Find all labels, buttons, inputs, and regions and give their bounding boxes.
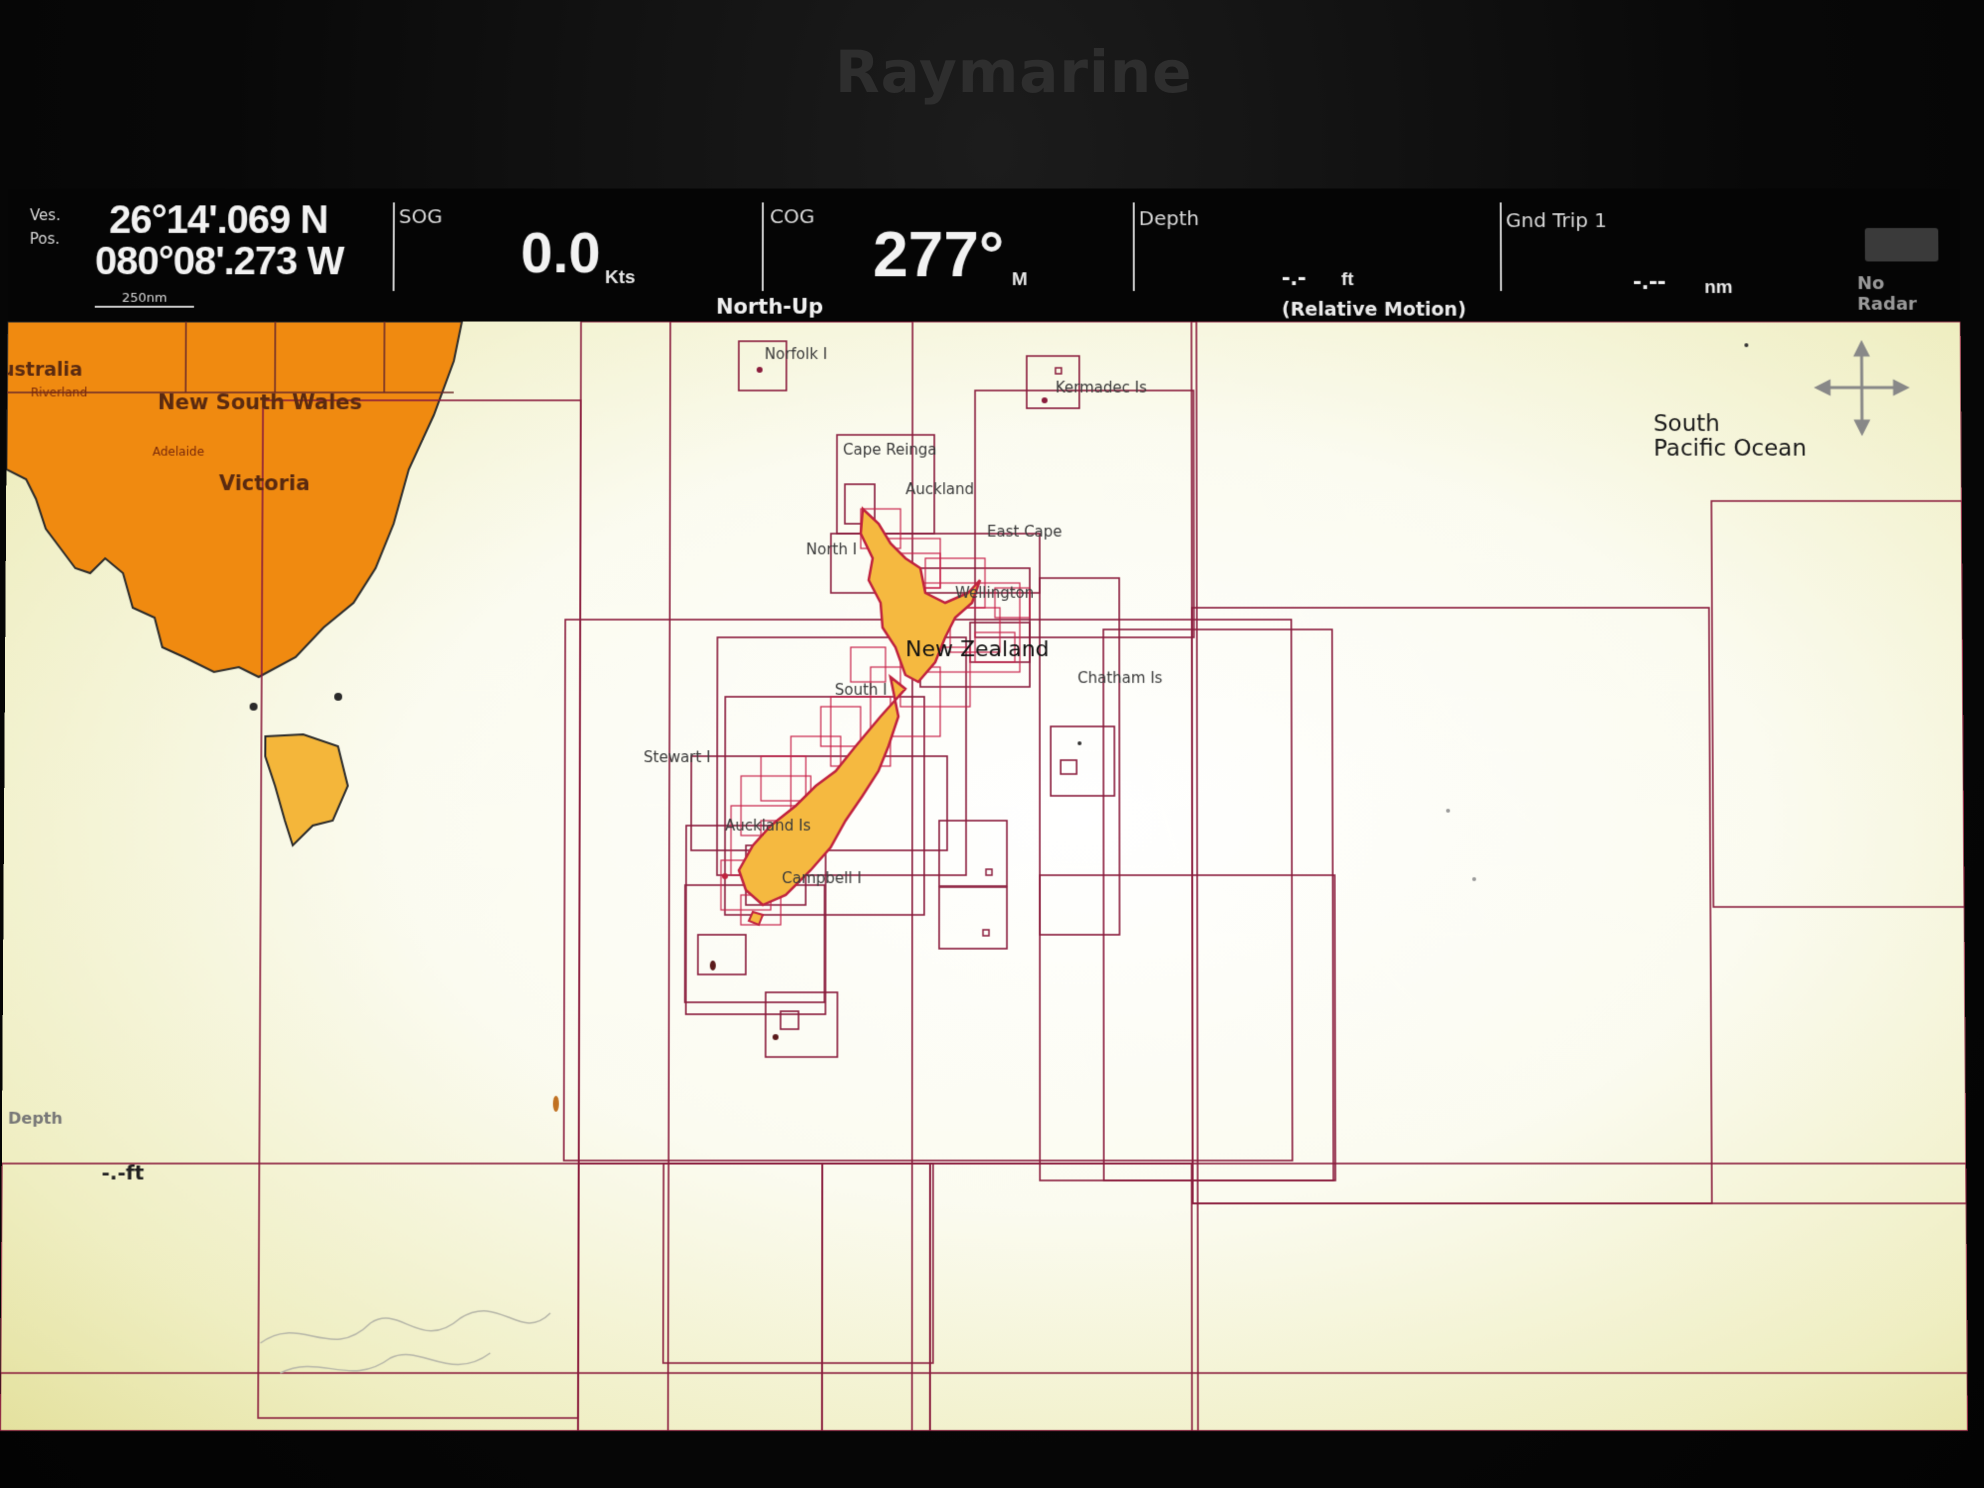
place-east-cape[interactable]: East Cape — [987, 523, 1062, 541]
chart-area[interactable]: ustralia Riverland New South Wales Adela… — [0, 321, 1968, 1432]
divider — [1132, 202, 1135, 291]
tasmania-land — [265, 734, 348, 845]
australia-label: ustralia — [0, 358, 83, 381]
divider — [1499, 202, 1502, 291]
depth-cell[interactable]: Depth -.- ft (Relative Motion) — [1137, 200, 1504, 320]
data-bar: Ves. Pos. 26°14'.069 N 080°08'.273 W 250… — [7, 188, 1961, 322]
place-south-i[interactable]: South I — [835, 681, 888, 699]
trip-value: -.-- — [1632, 265, 1666, 295]
place-north-i[interactable]: North I — [806, 541, 857, 559]
position-label-top: Ves. — [29, 206, 61, 225]
depth-overlay[interactable]: Depth -.-ft — [2, 1109, 202, 1189]
place-cape-reinga[interactable]: Cape Reinga — [843, 441, 937, 459]
sog-label: SOG — [398, 204, 443, 229]
position-label-bottom: Pos. — [29, 229, 60, 248]
place-stewart[interactable]: Stewart I — [644, 748, 711, 766]
depth-value: -.- — [1281, 261, 1307, 291]
trip-unit: nm — [1704, 277, 1733, 298]
radar-icon — [1864, 228, 1939, 262]
place-wellington[interactable]: Wellington — [955, 584, 1034, 602]
depth-sketch — [260, 1311, 550, 1375]
adelaide-label: Adelaide — [152, 444, 205, 459]
longitude-value: 080°08'.273 W — [94, 239, 344, 284]
cog-value: 277° — [872, 219, 1005, 291]
place-auckland-is[interactable]: Auckland Is — [725, 817, 811, 835]
place-chatham[interactable]: Chatham Is — [1078, 669, 1163, 687]
trip-label: Gnd Trip 1 — [1505, 208, 1607, 232]
pan-cursor-icon — [1817, 343, 1907, 433]
riverland-label: Riverland — [30, 385, 88, 400]
depth-unit: ft — [1341, 269, 1354, 291]
divider — [761, 202, 764, 291]
country-label: New Zealand — [905, 637, 1050, 663]
depth-overlay-label: Depth — [8, 1108, 63, 1128]
ocean-label-1: South — [1653, 411, 1720, 437]
sog-value: 0.0 — [520, 221, 601, 286]
cog-label: COG — [769, 204, 815, 229]
victoria-label: Victoria — [218, 471, 311, 496]
brand-logo: Raymarine — [835, 38, 1193, 106]
ocean-label-2: Pacific Ocean — [1653, 435, 1807, 462]
radar-label: No Radar — [1857, 273, 1917, 315]
sog-cell[interactable]: SOG 0.0 Kts — [396, 200, 763, 308]
radar-status[interactable]: No Radar — [1857, 228, 1943, 315]
relative-motion-label: (Relative Motion) — [1281, 298, 1467, 321]
cog-unit: M — [1011, 269, 1028, 291]
divider — [392, 202, 395, 291]
place-campbell[interactable]: Campbell I — [782, 869, 862, 887]
place-auckland[interactable]: Auckland — [905, 480, 974, 498]
chartplotter-screen: Ves. Pos. 26°14'.069 N 080°08'.273 W 250… — [0, 188, 1968, 1433]
latitude-value: 26°14'.069 N — [109, 198, 328, 242]
vessel-position-cell[interactable]: Ves. Pos. 26°14'.069 N 080°08'.273 W 250… — [17, 198, 395, 308]
place-norfolk[interactable]: Norfolk I — [765, 345, 828, 363]
trip-cell[interactable]: Gnd Trip 1 -.-- nm — [1504, 200, 1832, 308]
scale-bar: 250nm — [94, 290, 195, 308]
place-kermadec[interactable]: Kermadec Is — [1055, 379, 1146, 397]
depth-label: Depth — [1138, 206, 1200, 230]
cog-cell[interactable]: COG 277° M — [766, 200, 1133, 308]
nsw-label: New South Wales — [157, 390, 363, 415]
stewart-island-land — [749, 912, 763, 925]
sog-unit: Kts — [604, 267, 636, 289]
depth-overlay-value: -.-ft — [101, 1160, 145, 1185]
